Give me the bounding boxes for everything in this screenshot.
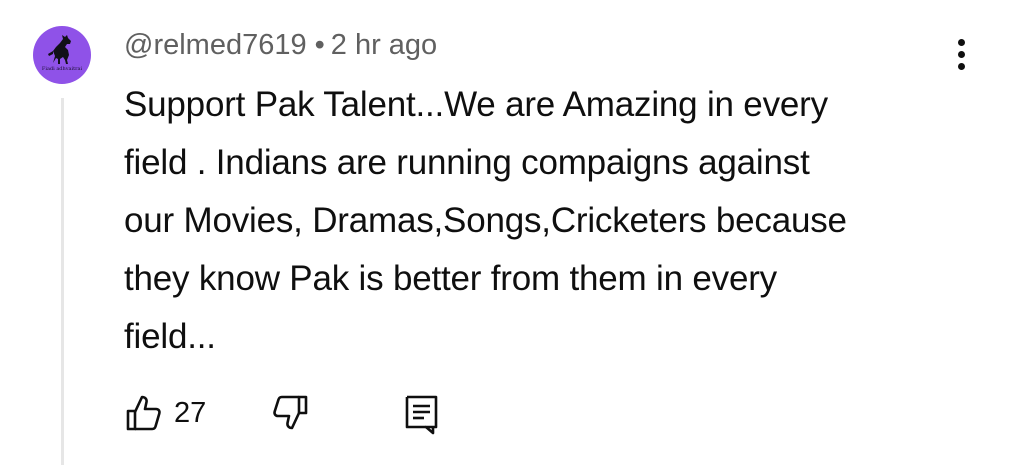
reply-comment-icon — [405, 395, 438, 435]
comment-line: field... — [124, 317, 216, 356]
reply-button[interactable] — [402, 388, 442, 438]
dislike-button[interactable] — [270, 388, 310, 438]
meta-separator: • — [314, 29, 325, 61]
comment-time[interactable]: 2 hr ago — [331, 29, 437, 61]
reply-thread-line — [61, 98, 64, 465]
comment-line: our Movies, Dramas,Songs,Cricketers beca… — [124, 201, 847, 240]
avatar[interactable]: Fiadi adhvaitrai — [33, 26, 91, 84]
more-options-button[interactable] — [946, 34, 978, 74]
horse-silhouette-icon — [48, 35, 71, 64]
comment-text: Support Pak Talent...We are Amazing in e… — [124, 76, 934, 366]
author-handle[interactable]: @relmed7619 — [124, 29, 307, 61]
more-vertical-icon-dot-2 — [958, 51, 965, 58]
comment-line: they know Pak is better from them in eve… — [124, 259, 777, 298]
comment-line: Support Pak Talent...We are Amazing in e… — [124, 85, 828, 124]
more-vertical-icon — [958, 39, 965, 46]
thumbs-down-icon — [273, 395, 308, 430]
comment-meta: @relmed7619 • 2 hr ago — [124, 25, 437, 65]
like-count: 27 — [174, 396, 207, 429]
like-button[interactable]: 27 — [124, 388, 206, 438]
more-vertical-icon-dot-3 — [958, 63, 965, 70]
avatar-caption: Fiadi adhvaitrai — [41, 66, 83, 72]
comment-line: field . Indians are running compaigns ag… — [124, 143, 810, 182]
thumbs-up-icon — [126, 395, 161, 431]
